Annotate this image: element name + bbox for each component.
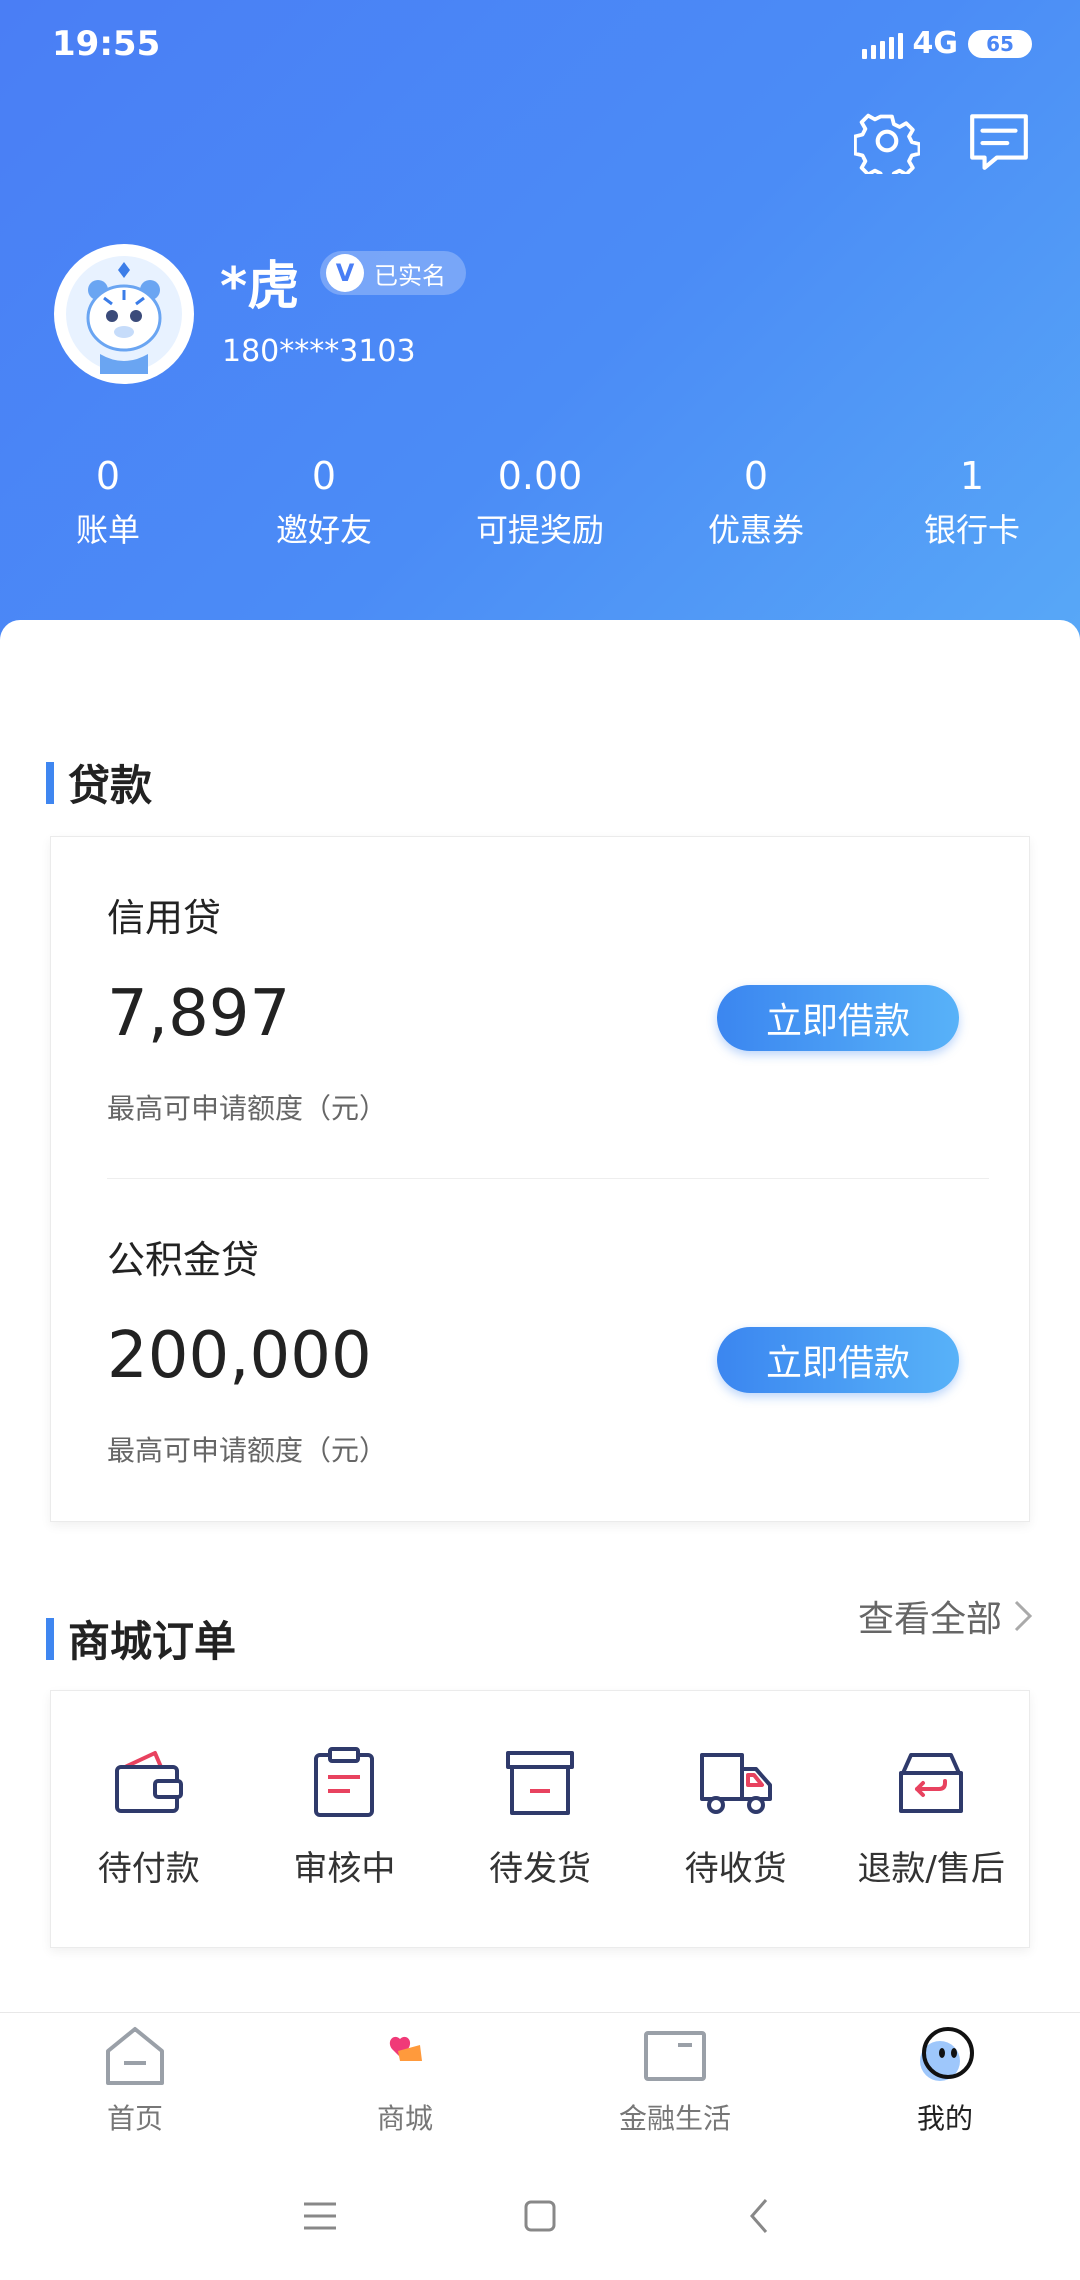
- box-icon: [505, 1751, 574, 1815]
- mall-icon: [389, 2036, 422, 2061]
- loan-name: 公积金贷: [107, 1238, 260, 1282]
- nav-label: 我的: [916, 2102, 973, 2135]
- orders-card: 待付款 审核中 待发货 待收货 退款/售后: [50, 1690, 1030, 1948]
- settings-gear-icon[interactable]: [854, 108, 920, 174]
- header-actions: [854, 108, 1032, 174]
- stat-label: 可提奖励: [475, 511, 604, 549]
- stat-value: 0: [311, 454, 337, 498]
- loan-item-provident-fund: 公积金贷 200,000 最高可申请额度（元） 立即借款: [51, 1179, 1029, 1521]
- stat-value: 0.00: [497, 454, 583, 498]
- stat-label: 优惠券: [707, 511, 804, 549]
- stat-bank-cards[interactable]: 1 银行卡: [864, 452, 1080, 554]
- loan-amount: 7,897: [107, 977, 291, 1051]
- title-accent-bar: [46, 1617, 54, 1660]
- system-navigation-bar: [0, 2152, 1080, 2280]
- order-under-review[interactable]: 审核中: [247, 1691, 443, 1947]
- back-icon[interactable]: [740, 2196, 780, 2236]
- nav-finance-life[interactable]: 金融生活: [540, 2013, 810, 2153]
- truck-icon: [699, 1753, 772, 1814]
- verified-v-icon: V: [326, 254, 364, 292]
- chevron-right-icon: [1014, 1600, 1033, 1632]
- stat-label: 邀好友: [275, 511, 372, 549]
- nav-label: 首页: [106, 2102, 163, 2135]
- clipboard-icon: [314, 1747, 375, 1817]
- borrow-now-button[interactable]: 立即借款: [717, 985, 959, 1051]
- order-label: 待付款: [97, 1849, 200, 1889]
- wallet-icon: [114, 1751, 183, 1813]
- finance-icon: [644, 2031, 706, 2081]
- nav-mall[interactable]: 商城: [270, 2013, 540, 2153]
- stat-coupons[interactable]: 0 优惠券: [648, 452, 864, 554]
- order-label: 退款/售后: [857, 1849, 1005, 1889]
- verified-badge[interactable]: V 已实名: [320, 251, 466, 295]
- nav-label: 金融生活: [618, 2102, 731, 2135]
- stats-row: 0 账单 0 邀好友 0.00 可提奖励 0 优惠券 1 银行卡: [0, 452, 1080, 554]
- view-all-orders-link[interactable]: 查看全部: [858, 1590, 1034, 1642]
- order-label: 待发货: [488, 1849, 591, 1889]
- loan-amount: 200,000: [107, 1319, 372, 1393]
- stat-value: 1: [959, 454, 985, 498]
- order-to-ship[interactable]: 待发货: [442, 1691, 638, 1947]
- view-all-label: 查看全部: [857, 1599, 1002, 1640]
- signal-icon: [861, 29, 903, 59]
- home-icon: [106, 2027, 164, 2085]
- stat-rewards[interactable]: 0.00 可提奖励: [432, 452, 648, 554]
- nav-label: 商城: [376, 2102, 433, 2135]
- menu-icon[interactable]: [300, 2196, 340, 2236]
- battery-level: 65: [986, 31, 1014, 56]
- order-to-receive[interactable]: 待收货: [638, 1691, 834, 1947]
- stat-label: 银行卡: [923, 511, 1020, 549]
- battery-icon: 65: [968, 29, 1032, 58]
- section-title-text: 商城订单: [68, 1617, 237, 1666]
- title-accent-bar: [46, 761, 54, 804]
- mine-icon: [920, 2027, 974, 2081]
- orders-section-title: 商城订单: [46, 1608, 236, 1669]
- verified-label: 已实名: [374, 261, 446, 290]
- order-label: 待收货: [684, 1849, 787, 1889]
- status-time: 19:55: [52, 24, 161, 64]
- nav-home[interactable]: 首页: [0, 2013, 270, 2153]
- order-label: 审核中: [293, 1849, 396, 1889]
- borrow-now-button[interactable]: 立即借款: [717, 1327, 959, 1393]
- profile-header: 19:55 4G 65 *虎 V 已实名 180****3103 0 账单 0 …: [0, 0, 1080, 650]
- home-square-icon[interactable]: [520, 2196, 560, 2236]
- avatar[interactable]: [54, 244, 194, 384]
- message-icon[interactable]: [966, 108, 1032, 174]
- stat-invite[interactable]: 0 邀好友: [216, 452, 432, 554]
- section-title-text: 贷款: [68, 761, 153, 810]
- loans-section-title: 贷款: [46, 752, 152, 813]
- network-type: 4G: [912, 26, 959, 61]
- stat-bill[interactable]: 0 账单: [0, 452, 216, 554]
- tiger-avatar-icon: [66, 256, 182, 374]
- order-refund-aftersales[interactable]: 退款/售后: [833, 1691, 1029, 1947]
- stat-value: 0: [743, 454, 769, 498]
- loan-desc: 最高可申请额度（元）: [107, 1434, 388, 1467]
- bottom-nav: 首页 商城 金融生活 我的: [0, 2012, 1080, 2153]
- phone-number: 180****3103: [222, 334, 416, 369]
- loan-name: 信用贷: [107, 896, 222, 940]
- nav-mine[interactable]: 我的: [810, 2013, 1080, 2153]
- status-indicators: 4G 65: [861, 26, 1032, 61]
- username: *虎: [220, 257, 300, 317]
- status-bar: 19:55 4G 65: [0, 0, 1080, 90]
- stat-label: 账单: [75, 511, 140, 549]
- loan-desc: 最高可申请额度（元）: [107, 1092, 388, 1125]
- refund-icon: [899, 1753, 964, 1813]
- loan-item-credit: 信用贷 7,897 最高可申请额度（元） 立即借款: [51, 837, 1029, 1179]
- order-pending-payment[interactable]: 待付款: [51, 1691, 247, 1947]
- loans-card: 信用贷 7,897 最高可申请额度（元） 立即借款 公积金贷 200,000 最…: [50, 836, 1030, 1522]
- stat-value: 0: [95, 454, 121, 498]
